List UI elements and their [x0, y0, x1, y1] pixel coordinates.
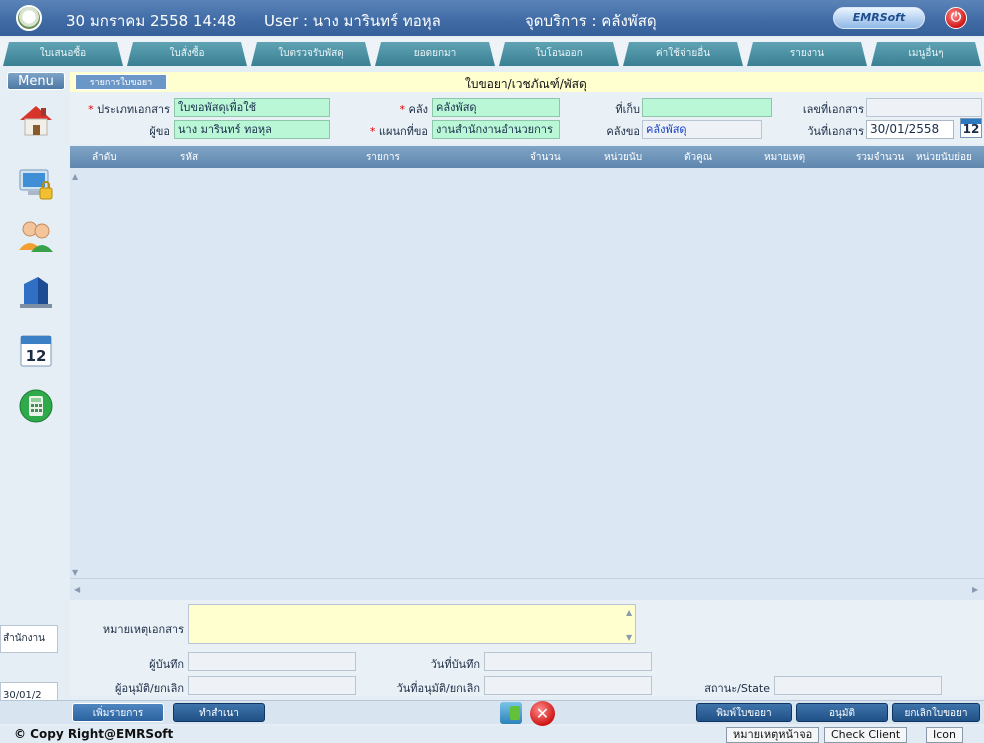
department-label: * แผนกที่ขอ [369, 125, 428, 138]
svg-text:12: 12 [26, 347, 47, 365]
doc-no-label: เลขที่เอกสาร [802, 103, 864, 116]
calculator-icon[interactable] [16, 386, 56, 426]
note-label: หมายเหตุเอกสาร [102, 623, 184, 636]
col-remark: หมายเหตุ [764, 152, 806, 163]
horizontal-scrollbar[interactable]: ◀ ▶ [70, 578, 984, 600]
tab-opening-balance[interactable]: ยอดยกมา [375, 42, 495, 66]
tab-other-expenses[interactable]: ค่าใช้จ่ายอื่น [623, 42, 743, 66]
scroll-up-icon[interactable]: ▲ [72, 172, 78, 181]
check-client-button[interactable]: Check Client [824, 727, 908, 743]
col-code: รหัส [180, 152, 199, 163]
approve-button[interactable]: อนุมัติ [796, 703, 888, 722]
emrsoft-logo: EMRSoft [833, 7, 925, 29]
computer-lock-icon[interactable] [16, 164, 56, 204]
calendar-icon[interactable]: 12 [16, 330, 56, 370]
users-icon[interactable] [16, 216, 56, 256]
department-short-field[interactable]: สำนักงาน [0, 625, 58, 653]
datetime-label: 30 มกราคม 2558 14:48 [66, 12, 237, 30]
approve-date-label: วันที่อนุมัติ/ยกเลิก [396, 682, 480, 695]
warehouse-label: * คลัง [399, 103, 428, 116]
print-button[interactable]: พิมพ์ใบขอยา [696, 703, 792, 722]
page-note-button[interactable]: หมายเหตุหน้าจอ [726, 727, 820, 743]
recorder-field[interactable] [188, 652, 356, 671]
col-sub-unit: หน่วยนับย่อย [916, 152, 972, 163]
copy-button[interactable]: ทำสำเนา [173, 703, 265, 722]
requester-field[interactable]: นาง มารินทร์ ทอหุล [174, 120, 330, 139]
building-icon[interactable] [16, 272, 56, 312]
col-unit: หน่วยนับ [604, 152, 643, 163]
sidebar: 12 [0, 92, 70, 708]
doc-date-label: วันที่เอกสาร [807, 125, 864, 138]
add-item-button[interactable]: เพิ่มรายการ [72, 703, 164, 722]
menu-button[interactable]: Menu [7, 72, 65, 90]
record-date-field[interactable] [484, 652, 652, 671]
page-header: รายการใบขอยา ใบขอยา/เวชภัณฑ์/พัสดุ [70, 72, 984, 92]
note-textarea[interactable]: ▲ ▼ [188, 604, 636, 644]
state-field[interactable] [774, 676, 942, 695]
tab-transfer-out[interactable]: ใบโอนออก [499, 42, 619, 66]
note-scroll-up-icon[interactable]: ▲ [626, 608, 632, 617]
calendar-picker-icon[interactable]: 12 [960, 118, 982, 138]
storage-field[interactable] [642, 98, 772, 117]
user-label: User : นาง มารินทร์ ทอหุล [264, 12, 441, 30]
warehouse-field[interactable]: คลังพัสดุ [432, 98, 560, 117]
requester-label: ผู้ขอ [149, 125, 170, 138]
scroll-right-icon[interactable]: ▶ [972, 585, 978, 594]
state-label: สถานะ/State [704, 682, 770, 695]
title-bar: 30 มกราคม 2558 14:48 User : นาง มารินทร์… [0, 0, 984, 36]
note-scroll-down-icon[interactable]: ▼ [626, 633, 632, 642]
icon-button[interactable]: Icon [926, 727, 963, 743]
cancel-request-button[interactable]: ยกเลิกใบขอยา [892, 703, 980, 722]
approver-field[interactable] [188, 676, 356, 695]
table-body[interactable]: ▲ ▼ ◀ ▶ [70, 168, 984, 600]
action-toolbar: เพิ่มรายการ ทำสำเนา ✕ พิมพ์ใบขอยา อนุมัต… [0, 700, 984, 726]
request-list-tab[interactable]: รายการใบขอยา [75, 74, 167, 90]
scroll-down-icon[interactable]: ▼ [72, 568, 78, 577]
close-icon[interactable]: ✕ [530, 701, 555, 726]
home-icon[interactable] [16, 100, 56, 140]
tab-other-menus[interactable]: เมนูอื่นๆ [871, 42, 981, 66]
tab-purchase-order[interactable]: ใบสั่งซื้อ [127, 42, 247, 66]
service-point-label: จุดบริการ : คลังพัสดุ [525, 12, 657, 30]
main-tabs: ใบเสนอซื้อ ใบสั่งซื้อ ใบตรวจรับพัสดุ ยอด… [0, 38, 984, 66]
doc-date-field[interactable]: 30/01/2558 [866, 120, 954, 139]
col-item: รายการ [366, 152, 400, 163]
save-icon[interactable] [500, 702, 522, 724]
col-seq: ลำดับ [92, 152, 117, 163]
power-icon[interactable]: ⏻ [945, 7, 967, 29]
tab-reports[interactable]: รายงาน [747, 42, 867, 66]
doc-type-field[interactable]: ใบขอพัสดุเพื่อใช้ [174, 98, 330, 117]
tab-goods-receipt[interactable]: ใบตรวจรับพัสดุ [251, 42, 371, 66]
approve-date-field[interactable] [484, 676, 652, 695]
record-date-label: วันที่บันทึก [430, 658, 480, 671]
storage-label: ที่เก็บ [615, 103, 640, 116]
col-total-qty: รวมจำนวน [856, 152, 905, 163]
recorder-label: ผู้บันทึก [149, 658, 184, 671]
scroll-left-icon[interactable]: ◀ [74, 585, 80, 594]
vertical-scrollbar[interactable]: ▲ ▼ [70, 168, 80, 578]
copyright-label: © Copy Right@EMRSoft [14, 727, 174, 741]
request-warehouse-label: คลังขอ [606, 125, 640, 138]
items-table: ลำดับ รหัส รายการ จำนวน หน่วยนับ ตัวคูณ … [70, 146, 984, 600]
document-footer: หมายเหตุเอกสาร ▲ ▼ ผู้บันทึก วันที่บันทึ… [70, 600, 984, 696]
approver-label: ผู้อนุมัติ/ยกเลิก [115, 682, 184, 695]
status-bar: © Copy Right@EMRSoft หมายเหตุหน้าจอ Chec… [0, 726, 984, 743]
tab-purchase-proposal[interactable]: ใบเสนอซื้อ [3, 42, 123, 66]
table-header: ลำดับ รหัส รายการ จำนวน หน่วยนับ ตัวคูณ … [70, 146, 984, 168]
department-field[interactable]: งานสำนักงานอำนวยการ [432, 120, 560, 139]
doc-no-field[interactable] [866, 98, 982, 117]
col-qty: จำนวน [530, 152, 561, 163]
col-multiplier: ตัวคูณ [684, 152, 713, 163]
request-form: * ประเภทเอกสาร ใบขอพัสดุเพื่อใช้ * คลัง … [70, 92, 984, 144]
request-warehouse-field[interactable]: คลังพัสดุ [642, 120, 762, 139]
hospital-logo-icon [16, 5, 42, 31]
doc-type-label: * ประเภทเอกสาร [88, 103, 170, 116]
